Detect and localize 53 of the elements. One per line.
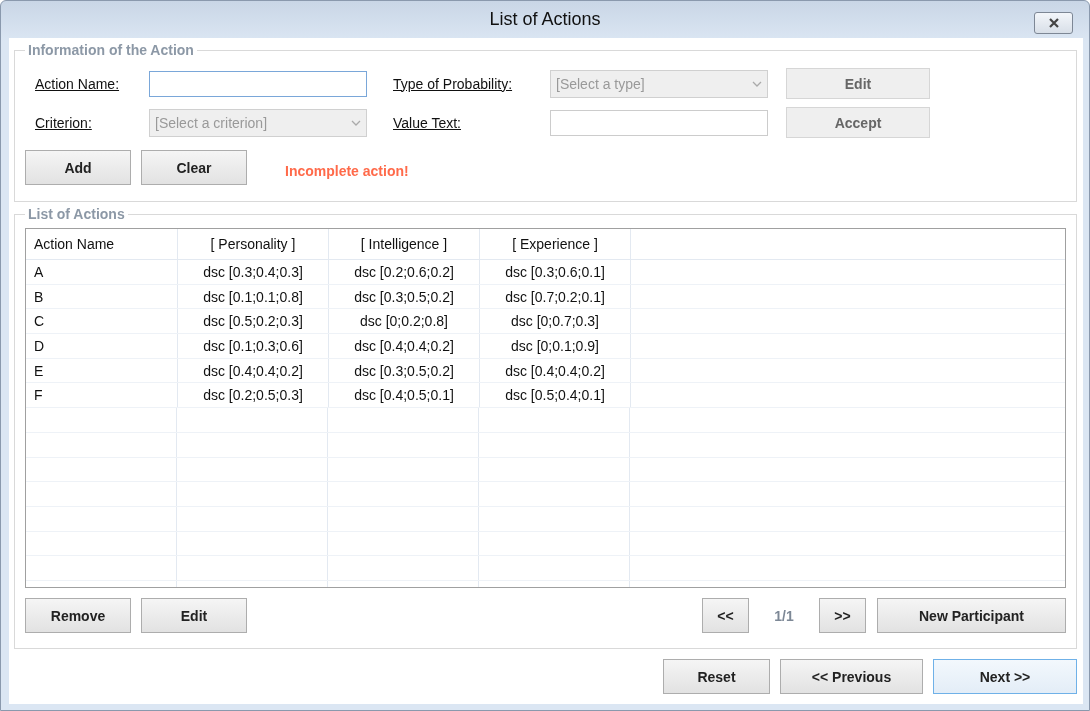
value-text-field[interactable]: [550, 109, 768, 136]
action-button[interactable]: Add: [25, 150, 131, 185]
navigation-button[interactable]: << Previous: [780, 659, 923, 694]
column-header: [ Experience ]: [480, 229, 631, 259]
table-cell: dsc [0.4;0.4;0.2]: [178, 358, 329, 383]
table-cell: dsc [0.1;0.3;0.6]: [178, 334, 329, 358]
table-cell: dsc [0.3;0.4;0.3]: [178, 260, 329, 284]
table-cell: D: [26, 334, 178, 358]
table-cell: F: [26, 383, 178, 408]
table-cell: B: [26, 284, 178, 309]
table-cell: dsc [0;0.2;0.8]: [329, 309, 480, 334]
table-cell: dsc [0.4;0.4;0.2]: [329, 334, 480, 358]
group-title: Information of the Action: [27, 42, 195, 58]
table-action-button[interactable]: Remove: [25, 598, 131, 633]
status-message: Incomplete action!: [285, 162, 409, 179]
close-button[interactable]: [1034, 12, 1073, 34]
column-header: [ Intelligence ]: [329, 229, 480, 259]
table-cell: dsc [0.2;0.6;0.2]: [329, 260, 480, 284]
table-cell: dsc [0.5;0.4;0.1]: [480, 383, 631, 408]
table-cell: dsc [0.4;0.4;0.2]: [480, 358, 631, 383]
previous-page-button[interactable]: <<: [702, 598, 749, 633]
table-cell: dsc [0.3;0.5;0.2]: [329, 358, 480, 383]
chevron-down-icon: [752, 80, 762, 87]
table-cell: A: [26, 260, 178, 284]
column-header: Action Name: [26, 229, 178, 259]
window-title: List of Actions: [489, 9, 601, 30]
field-label: Action Name:: [35, 75, 121, 92]
close-icon: [1047, 18, 1060, 28]
table-cell: dsc [0.4;0.5;0.1]: [329, 383, 480, 408]
table-cell: E: [26, 358, 178, 383]
table-cell: dsc [0.5;0.2;0.3]: [178, 309, 329, 334]
table-cell: C: [26, 309, 178, 334]
table-cell: dsc [0.2;0.5;0.3]: [178, 383, 329, 408]
navigation-button[interactable]: Next >>: [933, 659, 1077, 694]
next-page-button[interactable]: >>: [819, 598, 866, 633]
page-indicator: 1/1: [773, 607, 795, 624]
table-cell: dsc [0;0.1;0.9]: [480, 334, 631, 358]
table-cell: dsc [0;0.7;0.3]: [480, 309, 631, 334]
new-participant-button[interactable]: New Participant: [877, 598, 1066, 633]
navigation-button[interactable]: Reset: [663, 659, 770, 694]
column-header: [ Personality ]: [178, 229, 329, 259]
field-label: Criterion:: [35, 114, 93, 131]
field-label: Value Text:: [393, 114, 462, 131]
table-cell: dsc [0.3;0.6;0.1]: [480, 260, 631, 284]
table-action-button[interactable]: Edit: [141, 598, 247, 633]
action-button[interactable]: Clear: [141, 150, 247, 185]
table-cell: dsc [0.7;0.2;0.1]: [480, 284, 631, 309]
table-cell: dsc [0.3;0.5;0.2]: [329, 284, 480, 309]
group-title: List of Actions: [27, 206, 126, 222]
chevron-down-icon: [351, 119, 361, 126]
action-name-field[interactable]: [149, 70, 367, 97]
field-label: Type of Probability:: [393, 75, 514, 92]
table-cell: dsc [0.1;0.1;0.8]: [178, 284, 329, 309]
